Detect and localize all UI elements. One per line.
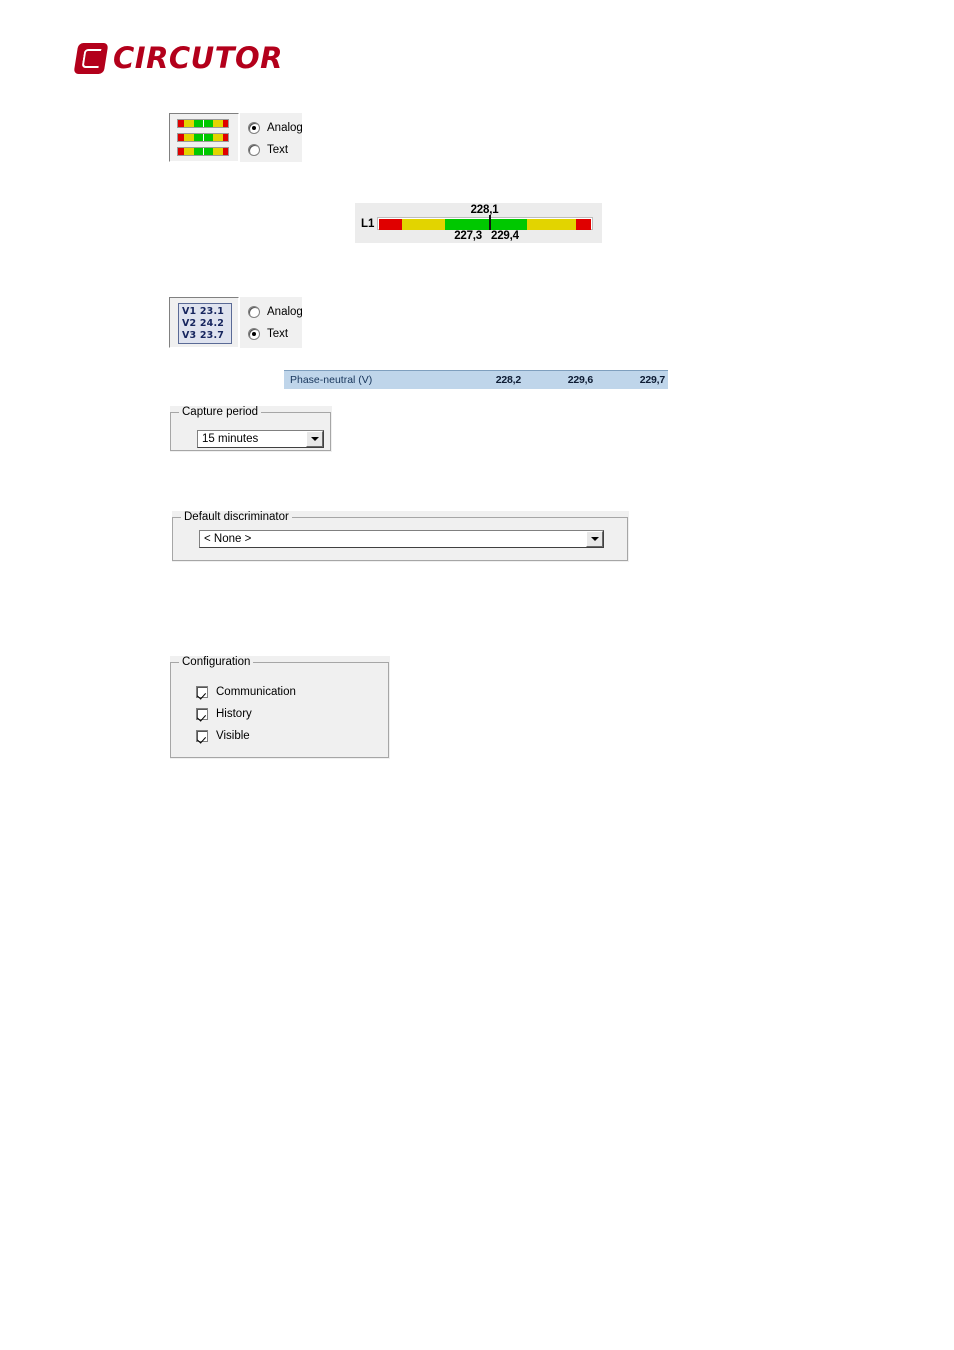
gauge-bar-container <box>377 215 593 230</box>
radio-analog-icon[interactable] <box>248 122 260 134</box>
analog-bargraph-preview-icon <box>177 119 229 156</box>
default-discriminator-title: Default discriminator <box>181 511 292 523</box>
text-values-preview-icon: V1 23.1 V2 24.2 V3 23.7 <box>178 303 232 344</box>
checkbox-row-communication[interactable]: Communication <box>196 684 296 700</box>
checkbox-history-label: History <box>216 708 252 720</box>
radio-analog-label: Analog <box>267 306 303 318</box>
gauge-value-marker <box>489 215 491 230</box>
analog-mode-radio-group: Analog Text <box>240 113 303 162</box>
circutor-c-mark-icon <box>73 43 109 74</box>
preview-line-v2: V2 24.2 <box>182 318 225 329</box>
checkbox-history-icon[interactable] <box>196 708 208 720</box>
default-discriminator-combobox[interactable]: < None > <box>199 530 604 548</box>
gauge-range-labels: 227,3 229,4 <box>355 230 602 242</box>
gauge-phase-label: L1 <box>361 218 375 230</box>
gauge-max-value: 229,4 <box>491 230 519 242</box>
mini-bargraph <box>177 133 229 142</box>
radio-option-analog[interactable]: Analog <box>248 120 303 136</box>
default-discriminator-value: < None > <box>204 533 252 545</box>
configuration-title: Configuration <box>179 656 254 668</box>
default-discriminator-dropdown-button[interactable] <box>586 531 603 547</box>
radio-option-text[interactable]: Text <box>248 326 302 342</box>
phase-neutral-row: Phase-neutral (V) 228,2 229,6 229,7 <box>284 370 668 389</box>
chevron-down-icon <box>310 437 319 441</box>
radio-text-label: Text <box>267 144 289 156</box>
checkbox-row-history[interactable]: History <box>196 706 296 722</box>
phase-neutral-label: Phase-neutral (V) <box>290 374 373 386</box>
radio-analog-label: Analog <box>267 122 303 134</box>
capture-period-title: Capture period <box>179 406 262 418</box>
checkbox-visible-label: Visible <box>216 730 250 742</box>
capture-period-value: 15 minutes <box>202 433 259 445</box>
phase-neutral-value-1: 228,2 <box>495 374 521 386</box>
analog-gauge-panel: 228,1 L1 227,3 229,4 <box>355 203 602 243</box>
checkbox-visible-icon[interactable] <box>196 730 208 742</box>
circutor-logo: CIRCUTOR <box>73 41 283 75</box>
radio-analog-icon[interactable] <box>248 306 260 318</box>
gauge-min-value: 227,3 <box>454 230 482 242</box>
phase-neutral-value-2: 229,6 <box>567 374 593 386</box>
mini-bargraph <box>177 119 229 128</box>
radio-text-icon[interactable] <box>248 144 260 156</box>
checkbox-communication-label: Communication <box>216 686 296 698</box>
analog-preview-box[interactable] <box>169 113 239 162</box>
preview-line-v1: V1 23.1 <box>182 306 225 317</box>
text-mode-radio-group: Analog Text <box>240 297 303 348</box>
capture-period-dropdown-button[interactable] <box>306 431 323 447</box>
chevron-down-icon <box>590 537 599 541</box>
capture-period-combobox[interactable]: 15 minutes <box>197 430 324 448</box>
radio-option-text[interactable]: Text <box>248 142 302 158</box>
gauge-current-value: 228,1 <box>470 204 499 216</box>
radio-text-icon[interactable] <box>248 328 260 340</box>
configuration-checkbox-list: Communication History Visible <box>196 684 296 744</box>
default-discriminator-group: Default discriminator < None > <box>171 510 630 563</box>
radio-option-analog[interactable]: Analog <box>248 304 303 320</box>
preview-line-v3: V3 23.7 <box>182 330 225 341</box>
radio-text-label: Text <box>267 328 289 340</box>
configuration-group: Configuration Communication History Visi… <box>169 655 391 760</box>
mini-bargraph <box>177 147 229 156</box>
capture-period-group: Capture period 15 minutes <box>169 405 333 453</box>
gauge-bar <box>379 219 591 230</box>
phase-neutral-value-3: 229,7 <box>639 374 665 386</box>
checkbox-communication-icon[interactable] <box>196 686 208 698</box>
checkbox-row-visible[interactable]: Visible <box>196 728 296 744</box>
brand-wordmark: CIRCUTOR <box>113 41 283 75</box>
